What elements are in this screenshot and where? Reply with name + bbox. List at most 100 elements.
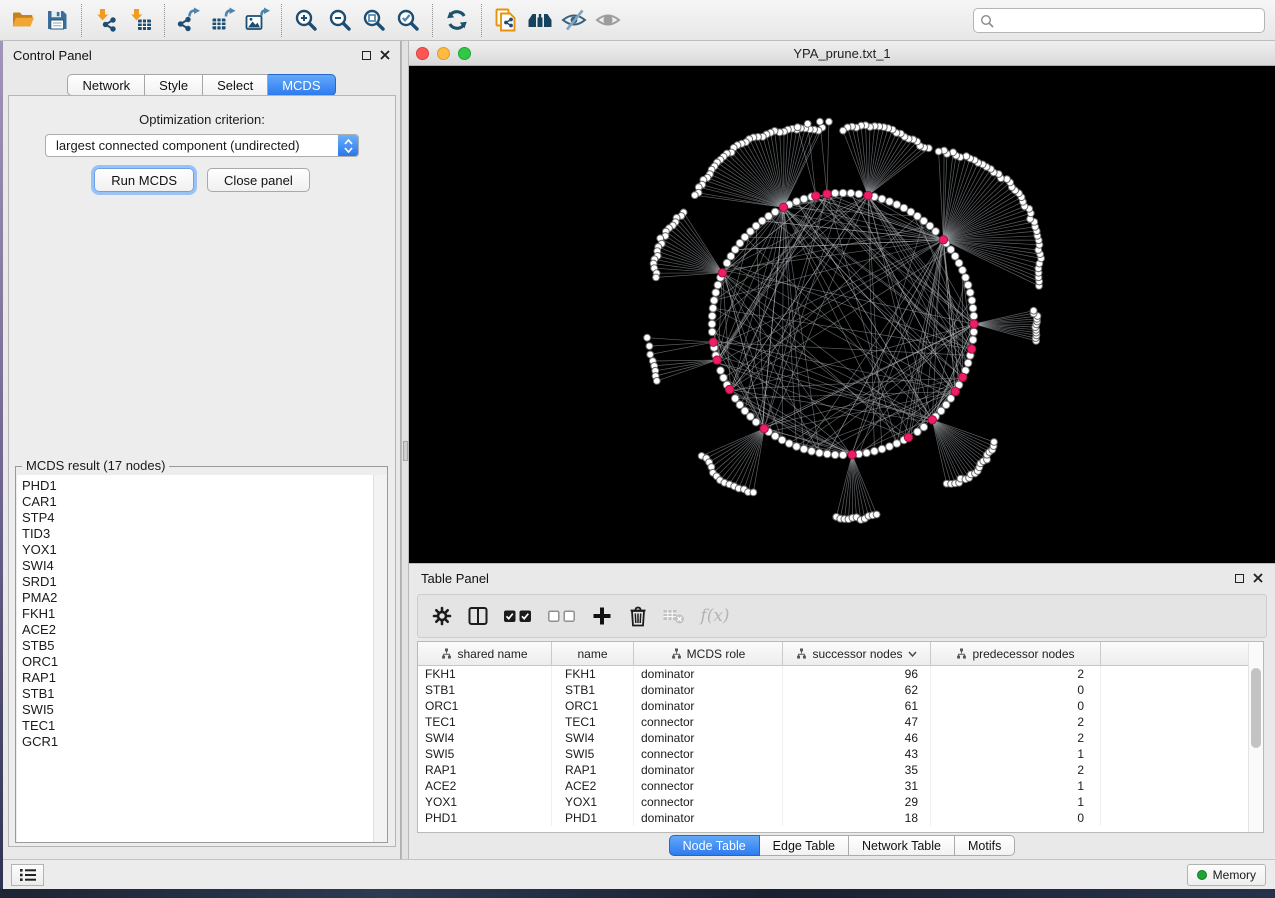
task-history-button[interactable]: [11, 864, 44, 886]
first-neighbors-button[interactable]: [523, 3, 557, 37]
zoom-out-button[interactable]: [323, 3, 357, 37]
search-input[interactable]: [999, 14, 1258, 28]
column-header-MCDS-role[interactable]: MCDS role: [634, 642, 783, 665]
export-network-button[interactable]: [172, 3, 206, 37]
column-header-name[interactable]: name: [552, 642, 634, 665]
tab-select[interactable]: Select: [203, 74, 268, 96]
memory-button[interactable]: Memory: [1187, 864, 1266, 886]
export-image-button[interactable]: [240, 3, 274, 37]
delete-column-button[interactable]: [622, 599, 654, 633]
toolbar-separator: [432, 4, 433, 37]
column-header-shared-name[interactable]: shared name: [418, 642, 552, 665]
table-cell: 47: [783, 714, 931, 730]
fx-icon: f(x): [700, 606, 729, 626]
mcds-result-item[interactable]: FKH1: [22, 606, 373, 622]
export-table-button[interactable]: [206, 3, 240, 37]
table-cell: 43: [783, 746, 931, 762]
network-window-titlebar[interactable]: YPA_prune.txt_1: [409, 41, 1275, 66]
tab-network[interactable]: Network: [67, 74, 145, 96]
mcds-result-item[interactable]: TEC1: [22, 718, 373, 734]
mcds-result-item[interactable]: CAR1: [22, 494, 373, 510]
table-cell: PHD1: [552, 810, 634, 826]
float-table-panel-icon[interactable]: [1235, 574, 1244, 583]
table-scrollbar-thumb[interactable]: [1251, 668, 1261, 748]
column-header-predecessor-nodes[interactable]: predecessor nodes: [931, 642, 1101, 665]
mcds-result-item[interactable]: RAP1: [22, 670, 373, 686]
import-network-button[interactable]: [89, 3, 123, 37]
table-row[interactable]: ORC1ORC1dominator610: [418, 698, 1263, 714]
table-row[interactable]: PHD1PHD1dominator180: [418, 810, 1263, 826]
toolbar-separator: [281, 4, 282, 37]
table-row[interactable]: TEC1TEC1connector472: [418, 714, 1263, 730]
table-row[interactable]: FKH1FKH1dominator962: [418, 666, 1263, 682]
tab-network-table[interactable]: Network Table: [849, 835, 955, 856]
toggle-panes-button[interactable]: [462, 599, 494, 633]
table-row[interactable]: STB1STB1dominator620: [418, 682, 1263, 698]
table-cell: FKH1: [418, 666, 552, 682]
mcds-result-item[interactable]: YOX1: [22, 542, 373, 558]
import-network-icon: [93, 7, 119, 33]
tab-edge-table[interactable]: Edge Table: [760, 835, 849, 856]
table-row[interactable]: RAP1RAP1dominator352: [418, 762, 1263, 778]
open-file-button[interactable]: [6, 3, 40, 37]
table-row[interactable]: ACE2ACE2connector311: [418, 778, 1263, 794]
clone-network-button[interactable]: [489, 3, 523, 37]
select-all-button[interactable]: [498, 599, 538, 633]
mcds-result-item[interactable]: SWI5: [22, 702, 373, 718]
mcds-result-item[interactable]: ORC1: [22, 654, 373, 670]
table-cell: 61: [783, 698, 931, 714]
zoom-in-button[interactable]: [289, 3, 323, 37]
mcds-result-item[interactable]: ACE2: [22, 622, 373, 638]
close-panel-button[interactable]: Close panel: [207, 168, 310, 192]
table-cell: SWI4: [552, 730, 634, 746]
table-row[interactable]: SWI5SWI5connector431: [418, 746, 1263, 762]
table-settings-button[interactable]: [426, 599, 458, 633]
column-header-successor-nodes[interactable]: successor nodes: [783, 642, 931, 665]
mcds-result-item[interactable]: STB5: [22, 638, 373, 654]
tab-style[interactable]: Style: [145, 74, 203, 96]
mcds-list-scrollbar[interactable]: [373, 475, 387, 842]
tab-motifs[interactable]: Motifs: [955, 835, 1015, 856]
optimization-criterion-select[interactable]: largest connected component (undirected): [45, 134, 359, 157]
zoom-selected-icon: [395, 7, 421, 33]
show-all-button[interactable]: [591, 3, 625, 37]
table-row[interactable]: YOX1YOX1connector291: [418, 794, 1263, 810]
panel-splitter[interactable]: [401, 41, 409, 859]
memory-status-icon: [1197, 870, 1207, 880]
tab-mcds[interactable]: MCDS: [268, 74, 335, 96]
mcds-result-item[interactable]: STB1: [22, 686, 373, 702]
close-table-panel-icon[interactable]: [1253, 573, 1263, 583]
mcds-result-item[interactable]: GCR1: [22, 734, 373, 750]
float-panel-icon[interactable]: [362, 51, 371, 60]
table-row[interactable]: SWI4SWI4dominator462: [418, 730, 1263, 746]
network-canvas[interactable]: [409, 66, 1275, 563]
column-header-label: name: [577, 647, 607, 661]
desktop-wallpaper-bottom: [0, 889, 1275, 898]
run-mcds-button[interactable]: Run MCDS: [94, 168, 194, 192]
mcds-result-item[interactable]: SWI4: [22, 558, 373, 574]
table-cell: 1: [931, 746, 1101, 762]
mcds-result-item[interactable]: PHD1: [22, 478, 373, 494]
mcds-result-item[interactable]: STP4: [22, 510, 373, 526]
mcds-result-item[interactable]: PMA2: [22, 590, 373, 606]
refresh-layout-button[interactable]: [440, 3, 474, 37]
table-tabs: Node TableEdge TableNetwork TableMotifs: [409, 835, 1275, 856]
eye-slash-icon: [560, 7, 588, 33]
table-scrollbar[interactable]: [1248, 643, 1263, 833]
table-cell: 2: [931, 762, 1101, 778]
mcds-result-item[interactable]: TID3: [22, 526, 373, 542]
zoom-fit-button[interactable]: [357, 3, 391, 37]
close-panel-icon[interactable]: [380, 50, 390, 60]
splitter-grip[interactable]: [403, 441, 408, 461]
tab-node-table[interactable]: Node Table: [669, 835, 760, 856]
import-table-icon: [127, 7, 153, 33]
hide-selected-button[interactable]: [557, 3, 591, 37]
import-table-button[interactable]: [123, 3, 157, 37]
create-column-button[interactable]: [586, 599, 618, 633]
zoom-selected-button[interactable]: [391, 3, 425, 37]
search-icon: [980, 14, 994, 28]
mcds-result-item[interactable]: SRD1: [22, 574, 373, 590]
deselect-all-button[interactable]: [542, 599, 582, 633]
plus-icon: [591, 605, 613, 627]
save-session-button[interactable]: [40, 3, 74, 37]
